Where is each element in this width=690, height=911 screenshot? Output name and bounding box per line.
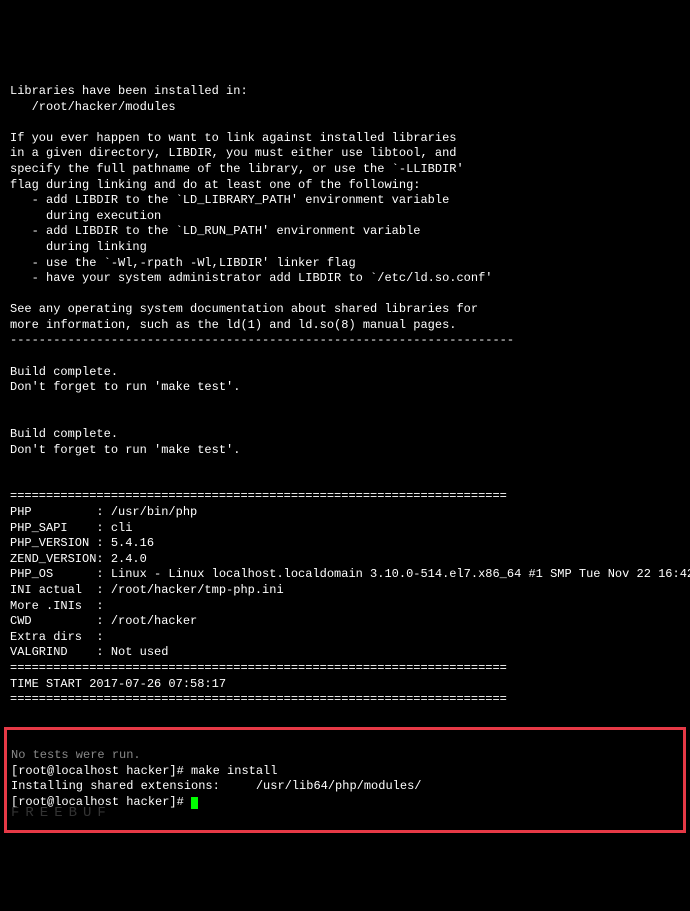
see-docs: more information, such as the ld(1) and … <box>10 318 456 332</box>
lib-install-msg: Libraries have been installed in: <box>10 84 248 98</box>
env-extra: Extra dirs : <box>10 630 104 644</box>
lib-install-path: /root/hacker/modules <box>10 100 176 114</box>
env-os: PHP_OS : Linux - Linux localhost.localdo… <box>10 567 690 581</box>
lib-advice: - add LIBDIR to the `LD_LIBRARY_PATH' en… <box>10 193 449 207</box>
env-version: PHP_VERSION : 5.4.16 <box>10 536 154 550</box>
build-maketest: Don't forget to run 'make test'. <box>10 380 240 394</box>
divider-dashes: ----------------------------------------… <box>10 333 514 347</box>
prompt-make-install: [root@localhost hacker]# make install <box>11 764 277 778</box>
lib-advice: - have your system administrator add LIB… <box>10 271 492 285</box>
lib-advice: during execution <box>10 209 161 223</box>
lib-advice: - add LIBDIR to the `LD_RUN_PATH' enviro… <box>10 224 420 238</box>
env-timestart: TIME START 2017-07-26 07:58:17 <box>10 677 226 691</box>
divider-equals: ========================================… <box>10 692 507 706</box>
env-valgrind: VALGRIND : Not used <box>10 645 168 659</box>
lib-advice: specify the full pathname of the library… <box>10 162 464 176</box>
lib-advice: during linking <box>10 240 147 254</box>
lib-advice: flag during linking and do at least one … <box>10 178 420 192</box>
cursor-block <box>191 797 198 809</box>
see-docs: See any operating system documentation a… <box>10 302 478 316</box>
no-tests-msg: No tests were run. <box>11 748 141 762</box>
lib-advice: If you ever happen to want to link again… <box>10 131 456 145</box>
highlight-box: No tests were run. [root@localhost hacke… <box>4 727 686 833</box>
env-php: PHP : /usr/bin/php <box>10 505 197 519</box>
lib-advice: in a given directory, LIBDIR, you must e… <box>10 146 456 160</box>
build-maketest: Don't forget to run 'make test'. <box>10 443 240 457</box>
env-sapi: PHP_SAPI : cli <box>10 521 132 535</box>
lib-advice: - use the `-Wl,-rpath -Wl,LIBDIR' linker… <box>10 256 356 270</box>
watermark: FREEBUF <box>11 805 112 821</box>
divider-equals: ========================================… <box>10 489 507 503</box>
divider-equals: ========================================… <box>10 661 507 675</box>
install-extensions: Installing shared extensions: /usr/lib64… <box>11 779 421 793</box>
build-complete: Build complete. <box>10 427 118 441</box>
env-zend: ZEND_VERSION: 2.4.0 <box>10 552 147 566</box>
env-ini: INI actual : /root/hacker/tmp-php.ini <box>10 583 284 597</box>
terminal-output: Libraries have been installed in: /root/… <box>4 66 686 709</box>
env-cwd: CWD : /root/hacker <box>10 614 197 628</box>
env-moreini: More .INIs : <box>10 599 104 613</box>
build-complete: Build complete. <box>10 365 118 379</box>
